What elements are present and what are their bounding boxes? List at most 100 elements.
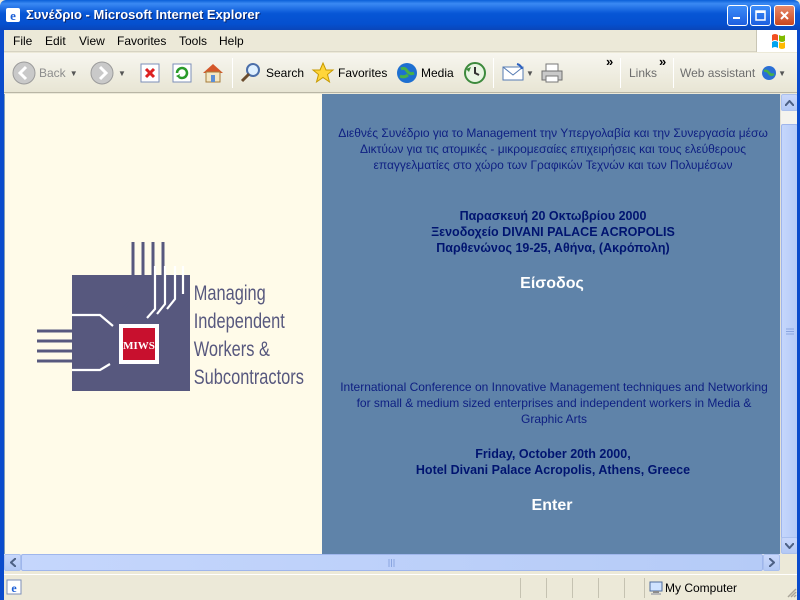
minimize-button[interactable] [727,5,748,26]
favorites-label: Favorites [338,66,388,80]
close-button[interactable] [774,5,795,26]
window-title: Συνέδριο - Microsoft Internet Explorer [26,7,260,22]
minimize-icon [733,17,740,19]
english-date: Friday, October 20th 2000, [475,447,631,461]
logo-line-independent: Independent [194,309,286,332]
print-button[interactable] [540,53,564,93]
stop-icon [140,63,160,83]
close-icon [780,11,789,20]
vertical-scrollbar[interactable] [780,94,798,554]
scroll-up-arrow-icon [785,99,794,106]
refresh-button[interactable] [171,53,193,93]
back-arrow-icon [12,61,36,85]
toolbar-separator [493,58,494,88]
horizontal-scrollbar[interactable] [4,554,780,571]
windows-flag-icon [772,34,785,49]
english-enter-link[interactable]: Enter [322,497,780,515]
refresh-icon [172,63,192,83]
scroll-left-button[interactable] [4,554,21,571]
greek-address: Παρθενώνος 19-25, Αθήνα, (Ακρόπολη) [436,241,670,255]
mail-button[interactable]: ▼ [501,53,534,93]
home-icon [203,64,223,83]
web-assistant-label: Web assistant [680,66,756,80]
mail-icon [502,63,524,81]
grip-icon [785,328,794,334]
logo-line-managing: Managing [194,281,266,304]
favorites-button[interactable]: Favorites [311,53,387,93]
status-cell [572,578,598,598]
greek-description: Διεθνές Συνέδριο για το Management την Υ… [338,126,768,172]
menu-view[interactable]: View [79,34,105,48]
scroll-corner [780,554,797,571]
page-icon: e [6,579,22,595]
ie-icon: e [6,8,20,23]
media-button[interactable]: Media [396,53,454,93]
greek-date: Παρασκευή 20 Οκτωβρίου 2000 [459,209,647,223]
mail-dropdown-icon[interactable]: ▼ [526,69,534,78]
title-bar[interactable]: e Συνέδριο - Microsoft Internet Explorer [0,0,800,30]
miws-logo: MIWS Managing Independent Workers & Subc… [37,242,304,391]
scroll-left-arrow-icon [9,558,16,567]
links-chevron[interactable]: » [659,41,666,81]
resize-grip-icon[interactable] [785,586,797,598]
status-cell [546,578,572,598]
search-icon [240,63,260,83]
menu-bar: File Edit View Favorites Tools Help [0,30,800,52]
media-label: Media [421,66,454,80]
menu-favorites[interactable]: Favorites [117,34,166,48]
search-button[interactable]: Search [239,53,304,93]
english-venue: Hotel Divani Palace Acropolis, Athens, G… [415,463,691,477]
logo-panel: MIWS Managing Independent Workers & Subc… [5,94,322,554]
scroll-up-button[interactable] [781,94,798,111]
media-globe-icon [397,63,417,83]
forward-button[interactable]: ▼ [90,53,126,93]
menu-file[interactable]: File [13,34,32,48]
back-dropdown-icon[interactable]: ▼ [70,69,78,78]
windows-logo [756,30,800,52]
globe-icon [762,66,777,80]
grip-icon [388,558,395,567]
conference-info-panel: Διεθνές Συνέδριο για το Management την Υ… [322,94,780,554]
greek-venue: Ξενοδοχείο DIVANI PALACE ACROPOLIS [431,225,675,239]
home-button[interactable] [201,53,225,93]
toolbar-separator [673,58,674,88]
logo-line-workers: Workers & [194,337,271,360]
links-label: Links [629,66,658,80]
standard-toolbar: Back ▼ ▼ Search Favorites Media ▼ » Link… [0,53,800,93]
search-label: Search [266,66,305,80]
scroll-right-arrow-icon [768,558,775,567]
security-zone-label: My Computer [665,581,738,595]
toolbar-chevron[interactable]: » [606,41,613,81]
window-border-left [0,30,4,600]
svg-text:e: e [10,8,16,23]
toolbar-separator [620,58,621,88]
back-label: Back [39,66,66,80]
page-viewport: MIWS Managing Independent Workers & Subc… [4,94,780,554]
status-bar: e My Computer [0,574,800,600]
forward-dropdown-icon[interactable]: ▼ [118,69,126,78]
scroll-down-button[interactable] [781,537,798,554]
stop-button[interactable] [139,53,161,93]
menu-tools[interactable]: Tools [179,34,207,48]
logo-line-subcontractors: Subcontractors [194,365,304,388]
status-cell [624,578,644,598]
menu-help[interactable]: Help [219,34,244,48]
greek-enter-link[interactable]: Είσοδος [322,275,780,293]
web-assistant-dropdown-icon[interactable]: ▼ [778,69,786,78]
history-button[interactable] [463,53,487,93]
menu-edit[interactable]: Edit [45,34,66,48]
scroll-right-button[interactable] [763,554,780,571]
status-cell [520,578,546,598]
web-assistant-button[interactable]: Web assistant ▼ [677,53,786,93]
svg-text:e: e [11,581,17,595]
scroll-down-arrow-icon [785,542,794,549]
maximize-button[interactable] [750,5,771,26]
forward-arrow-icon [90,61,114,85]
toolbar-separator [232,58,233,88]
history-clock-icon [464,62,486,84]
links-button[interactable]: Links [626,53,657,93]
maximize-icon [755,10,766,21]
back-button[interactable]: Back ▼ [12,53,78,93]
vertical-scroll-thumb[interactable] [781,124,798,539]
horizontal-scroll-thumb[interactable] [21,554,763,571]
